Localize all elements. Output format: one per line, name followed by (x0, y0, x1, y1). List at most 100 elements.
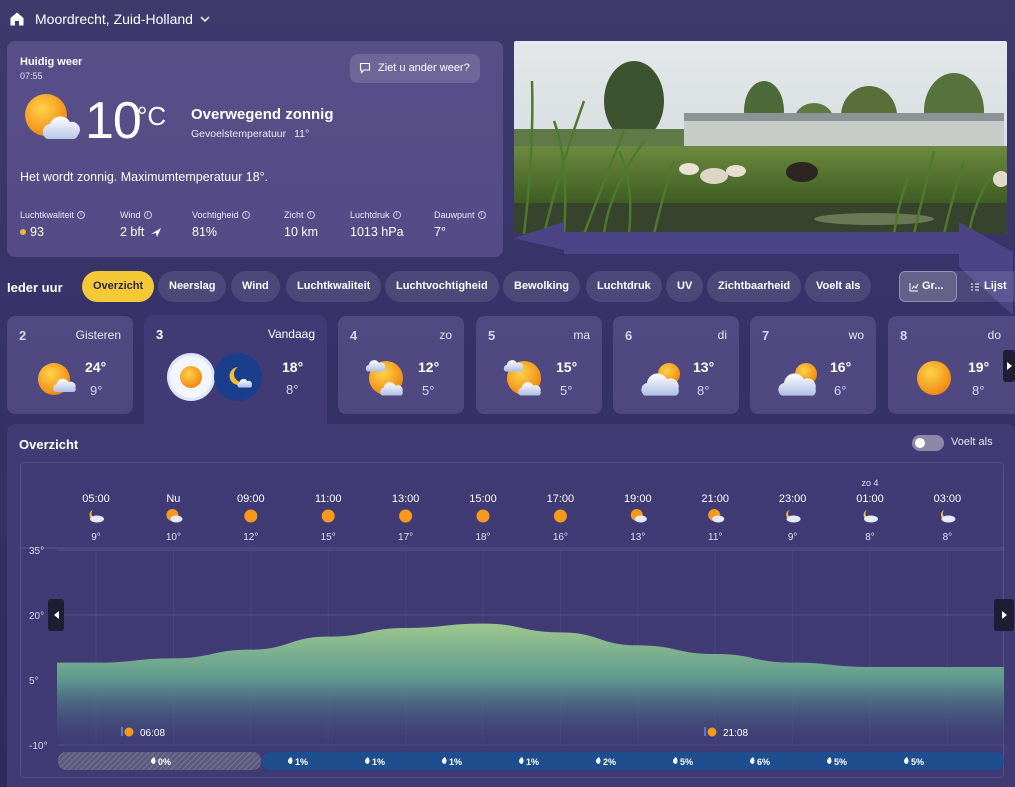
precip-value: 1% (372, 757, 385, 767)
day-label: do (987, 328, 1001, 342)
stat-value: 93 (30, 225, 44, 239)
day-label: zo (439, 328, 452, 342)
current-weather-card: Huidig weer 07:55 Ziet u ander weer? 10 … (7, 41, 503, 257)
stat-label: Dauwpunt (434, 210, 475, 220)
info-icon: i (306, 211, 315, 219)
hour-temp: 12° (243, 532, 258, 543)
day-number: 8 (900, 328, 908, 343)
tab-feels-like[interactable]: Voelt als (805, 271, 872, 302)
sun-and-moon-icon (167, 353, 262, 401)
stat-humidity[interactable]: Vochtigheid i 81% (192, 210, 284, 239)
hour-temp: 15° (321, 532, 336, 543)
sun-icon (553, 509, 567, 523)
tab-wind[interactable]: Wind (231, 271, 280, 302)
hour-temp: 8° (943, 532, 953, 543)
feels-like-label: Gevoelstemperatuur (191, 128, 287, 140)
sun-clouds-icon (365, 360, 403, 396)
tab-humidity[interactable]: Luchtvochtigheid (385, 271, 499, 302)
tab-visibility[interactable]: Zichtbaarheid (707, 271, 802, 302)
day-card-4[interactable]: 4 zo 12° 5° (338, 316, 464, 414)
stat-pressure[interactable]: Luchtdruk i 1013 hPa (350, 210, 434, 239)
stat-label: Zicht (284, 210, 304, 220)
day-low: 8° (286, 382, 299, 397)
precip-value: 5% (911, 757, 924, 767)
tab-overview[interactable]: Overzicht (82, 271, 155, 302)
day-card-3[interactable]: 3 Vandaag 18° 8° (144, 315, 327, 427)
day-card-7[interactable]: 7 wo 16° 6° (750, 316, 876, 414)
day-high: 15° (556, 359, 578, 375)
location-header[interactable]: Moordrecht, Zuid-Holland (0, 0, 1015, 38)
stat-label: Luchtkwaliteit (20, 210, 75, 220)
day-marker: zo 4 (861, 478, 878, 488)
wind-direction-icon (151, 228, 162, 237)
sun-cloud-icon (166, 509, 183, 523)
day-number: 7 (762, 328, 770, 343)
hour-label: 21:00 (701, 493, 729, 505)
precip-value: 1% (295, 757, 308, 767)
feels-like: Gevoelstemperatuur 11° (191, 128, 309, 140)
hour-temp: 16° (553, 532, 568, 543)
hourly-tabs: Ieder uur Overzicht Neerslag Wind Luchtk… (0, 271, 1015, 303)
chart-next-button[interactable] (994, 599, 1014, 631)
sunrise-time: 06:08 (140, 728, 165, 739)
day-card-5[interactable]: 5 ma 15° 5° (476, 316, 602, 414)
hour-label: 13:00 (392, 493, 420, 505)
precip-value: 5% (834, 757, 847, 767)
y-tick-label: 35° (29, 546, 44, 557)
hour-label: 05:00 (82, 493, 110, 505)
hour-temp: 17° (398, 532, 413, 543)
sunset-time: 21:08 (723, 728, 748, 739)
precip-value: 2% (603, 757, 616, 767)
stat-wind[interactable]: Wind i 2 bft (120, 210, 192, 239)
view-switcher: Gr... Lijst (899, 271, 1015, 302)
stat-air-quality[interactable]: Luchtkwaliteit i 93 (20, 210, 120, 239)
day-card-8[interactable]: 8 do 19° 8° (888, 316, 1015, 414)
view-graph-button[interactable]: Gr... (899, 271, 957, 302)
cloudy-sun-icon (641, 363, 680, 396)
temperature-area (57, 623, 1004, 745)
tab-pressure[interactable]: Luchtdruk (586, 271, 662, 302)
current-weather-label: Huidig weer (20, 56, 83, 68)
hourly-title: Ieder uur (7, 280, 63, 295)
view-list-label: Lijst (984, 280, 1007, 292)
tab-cloud-cover[interactable]: Bewolking (503, 271, 581, 302)
location-photo (514, 41, 1007, 234)
day-label: Gisteren (75, 328, 121, 342)
days-next-button[interactable] (1003, 350, 1015, 382)
stat-value: 10 km (284, 225, 319, 239)
chart-prev-button[interactable] (48, 599, 64, 631)
day-label: ma (573, 328, 590, 342)
tab-uv[interactable]: UV (666, 271, 704, 302)
feedback-button[interactable]: Ziet u ander weer? (350, 54, 480, 83)
stat-value: 2 bft (120, 225, 145, 239)
chevron-down-icon[interactable] (199, 13, 211, 25)
stat-label: Wind (120, 210, 141, 220)
hour-label: 17:00 (547, 493, 575, 505)
temperature-unit-toggle[interactable]: °C (137, 101, 166, 132)
day-card-6[interactable]: 6 di 13° 8° (613, 316, 739, 414)
location-name[interactable]: Moordrecht, Zuid-Holland (35, 11, 193, 27)
day-high: 18° (282, 359, 304, 375)
precip-value: 1% (449, 757, 462, 767)
tab-precipitation[interactable]: Neerslag (158, 271, 227, 302)
sun-icon (244, 509, 258, 523)
stat-label: Vochtigheid (192, 210, 239, 220)
day-low: 8° (972, 383, 985, 398)
day-high: 13° (693, 359, 715, 375)
tab-air-quality[interactable]: Luchtkwaliteit (286, 271, 382, 302)
info-icon: i (241, 211, 250, 219)
hour-temp: 9° (788, 532, 798, 543)
view-list-button[interactable]: Lijst (968, 271, 1007, 302)
stat-visibility[interactable]: Zicht i 10 km (284, 210, 350, 239)
feels-like-value: 11° (294, 128, 310, 140)
hour-temp: 8° (865, 532, 875, 543)
weather-stats: Luchtkwaliteit i 93 Wind i 2 bft Vochtighe… (20, 210, 533, 239)
air-quality-dot (20, 229, 26, 235)
sun-cloud-icon (630, 509, 647, 523)
view-graph-label: Gr... (922, 280, 944, 292)
hour-label: 23:00 (779, 493, 807, 505)
day-card-2[interactable]: 2 Gisteren 24° 9° (7, 316, 133, 414)
precip-value: 5% (680, 757, 693, 767)
day-label: di (717, 328, 727, 342)
home-icon[interactable] (9, 11, 25, 27)
